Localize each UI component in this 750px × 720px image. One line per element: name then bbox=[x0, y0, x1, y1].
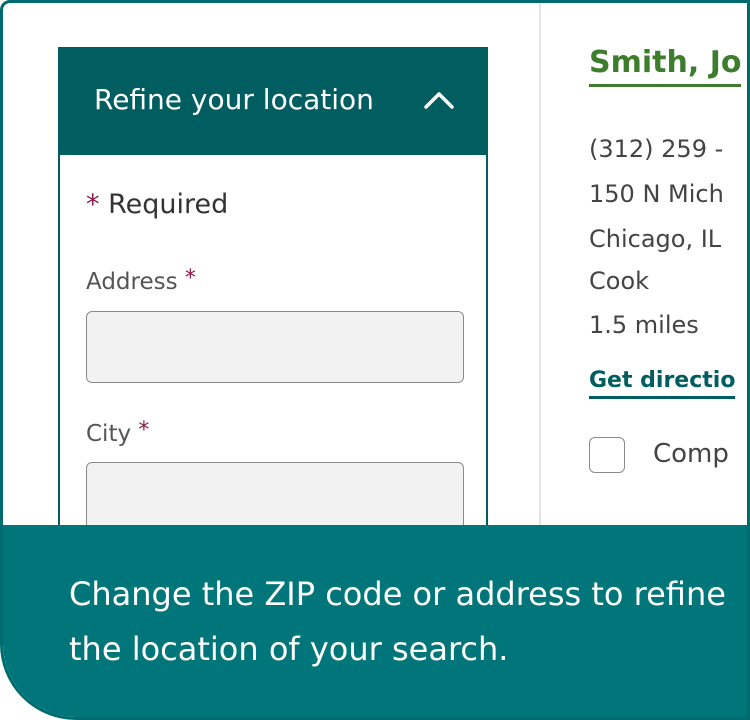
address-label-text: Address bbox=[86, 269, 178, 295]
compare-row: Comp bbox=[589, 437, 747, 477]
required-note: * Required bbox=[86, 189, 228, 220]
city-required-asterisk: * bbox=[138, 418, 150, 443]
city-label: City * bbox=[86, 418, 150, 447]
refine-location-toggle[interactable]: Refine your location bbox=[60, 49, 486, 155]
required-label: Required bbox=[108, 189, 229, 220]
provider-county: Cook bbox=[589, 267, 650, 295]
app-frame: Refine your location * Required Address … bbox=[0, 0, 750, 720]
tooltip-callout: Change the ZIP code or address to refine… bbox=[3, 525, 747, 717]
get-directions-link[interactable]: Get directio bbox=[589, 368, 736, 399]
provider-name-link[interactable]: Smith, Jo bbox=[589, 45, 742, 87]
provider-city-state: Chicago, IL bbox=[589, 225, 722, 253]
city-field[interactable] bbox=[86, 462, 464, 534]
chevron-up-icon bbox=[424, 92, 454, 109]
address-required-asterisk: * bbox=[184, 266, 196, 291]
refine-location-title: Refine your location bbox=[94, 83, 374, 116]
tooltip-text: Change the ZIP code or address to refine… bbox=[69, 575, 726, 668]
result-card: Smith, Jo (312) 259 - 150 N Mich Chicago… bbox=[589, 3, 747, 603]
address-field[interactable] bbox=[86, 311, 464, 383]
city-label-text: City bbox=[86, 421, 132, 447]
compare-checkbox[interactable] bbox=[589, 437, 625, 473]
address-label: Address * bbox=[86, 266, 196, 295]
provider-street: 150 N Mich bbox=[589, 180, 724, 208]
compare-label: Comp bbox=[653, 439, 729, 469]
provider-distance: 1.5 miles bbox=[589, 311, 699, 339]
required-asterisk: * bbox=[86, 189, 100, 220]
provider-phone: (312) 259 - bbox=[589, 135, 724, 163]
